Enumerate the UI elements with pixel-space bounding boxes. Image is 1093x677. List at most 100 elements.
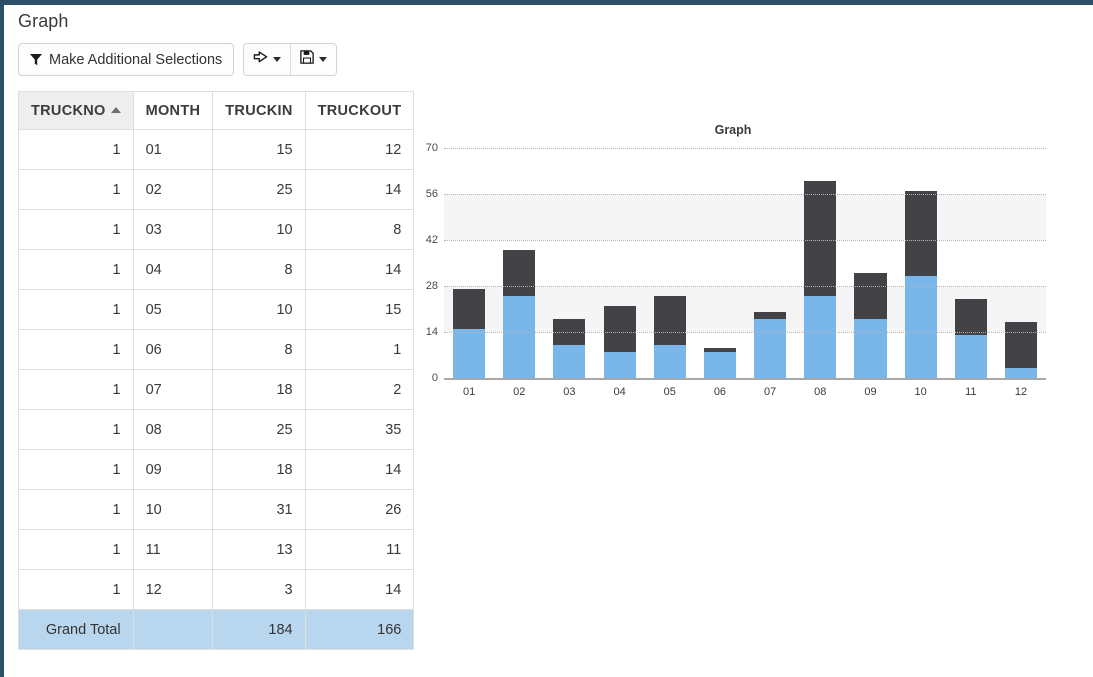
- cell-truckin: 18: [213, 450, 305, 490]
- floppy-save-icon: [300, 50, 314, 69]
- app-window: Graph Make Additional Selections: [0, 0, 1093, 677]
- chart-bar-segment-truckin[interactable]: [654, 345, 686, 378]
- chart-x-tick-label: 03: [563, 386, 575, 398]
- table-row[interactable]: 103108: [19, 210, 414, 250]
- cell-truckout: 15: [305, 290, 414, 330]
- cell-truckno: 1: [19, 370, 134, 410]
- table-row[interactable]: 1091814: [19, 450, 414, 490]
- table-row[interactable]: 112314: [19, 570, 414, 610]
- chart-bar-group[interactable]: 09: [845, 148, 895, 378]
- chart-bar-segment-truckin[interactable]: [604, 352, 636, 378]
- cell-truckout: 11: [305, 530, 414, 570]
- save-button[interactable]: [290, 44, 336, 75]
- chart-bar-segment-truckout[interactable]: [905, 191, 937, 276]
- table-row[interactable]: 1022514: [19, 170, 414, 210]
- table-row[interactable]: 107182: [19, 370, 414, 410]
- column-header-truckout[interactable]: TRUCKOUT: [305, 92, 414, 130]
- chart-bar-segment-truckin[interactable]: [704, 352, 736, 378]
- export-save-button-group: [243, 43, 337, 76]
- chart-bar-group[interactable]: 07: [745, 148, 795, 378]
- chart-gridline: [444, 286, 1046, 287]
- chart-bar-segment-truckout[interactable]: [955, 299, 987, 335]
- chart-bar-segment-truckin[interactable]: [854, 319, 886, 378]
- chart-bar-segment-truckin[interactable]: [553, 345, 585, 378]
- cell-truckno: 1: [19, 330, 134, 370]
- chart-bar-segment-truckout[interactable]: [854, 273, 886, 319]
- chart-bar-group[interactable]: 06: [695, 148, 745, 378]
- chart-bar-group[interactable]: 03: [544, 148, 594, 378]
- chart-bar-segment-truckout[interactable]: [604, 306, 636, 352]
- column-header-truckin[interactable]: TRUCKIN: [213, 92, 305, 130]
- chart-bar-group[interactable]: 02: [494, 148, 544, 378]
- chart-bar-segment-truckin[interactable]: [754, 319, 786, 378]
- chart-x-tick-label: 09: [864, 386, 876, 398]
- cell-truckout: 1: [305, 330, 414, 370]
- chart-y-tick-label: 56: [426, 188, 438, 200]
- chart-bar-segment-truckout[interactable]: [1005, 322, 1037, 368]
- cell-truckin: 25: [213, 410, 305, 450]
- chart-plot-area: 010203040506070809101112 01428425670: [444, 148, 1046, 380]
- table-row[interactable]: 1051015: [19, 290, 414, 330]
- cell-truckno: 1: [19, 250, 134, 290]
- chart-bar-group[interactable]: 08: [795, 148, 845, 378]
- chart-bar-group[interactable]: 04: [595, 148, 645, 378]
- chart-gridline: [444, 240, 1046, 241]
- page-title: Graph: [18, 11, 69, 32]
- table-row[interactable]: 10681: [19, 330, 414, 370]
- table-row[interactable]: 1011512: [19, 130, 414, 170]
- export-button[interactable]: [244, 44, 290, 75]
- chevron-down-icon: [319, 57, 327, 62]
- cell-truckout: 14: [305, 250, 414, 290]
- table-row[interactable]: 1111311: [19, 530, 414, 570]
- chart-bar-group[interactable]: 01: [444, 148, 494, 378]
- chart-bar-segment-truckout[interactable]: [654, 296, 686, 345]
- cell-month: 05: [133, 290, 213, 330]
- truck-data-table: TRUCKNO MONTH TRUCKIN TRUCKOUT 101151210…: [18, 91, 414, 650]
- table-row[interactable]: 1103126: [19, 490, 414, 530]
- chart-bar-segment-truckin[interactable]: [955, 335, 987, 378]
- chart-title: Graph: [418, 123, 1048, 137]
- chart-bar-group[interactable]: 05: [645, 148, 695, 378]
- cell-month: 12: [133, 570, 213, 610]
- cell-truckout: 12: [305, 130, 414, 170]
- column-header-truckno[interactable]: TRUCKNO: [19, 92, 134, 130]
- chart-gridline: [444, 148, 1046, 149]
- chart-bar-group[interactable]: 12: [996, 148, 1046, 378]
- chart-gridline: [444, 332, 1046, 333]
- chart-x-tick-label: 05: [664, 386, 676, 398]
- chart-x-tick-label: 08: [814, 386, 826, 398]
- chart-bar-group[interactable]: 11: [946, 148, 996, 378]
- chart-bar-segment-truckout[interactable]: [804, 181, 836, 296]
- cell-truckin: 25: [213, 170, 305, 210]
- table-row[interactable]: 1082535: [19, 410, 414, 450]
- chart-x-tick-label: 07: [764, 386, 776, 398]
- chart-x-tick-label: 11: [965, 386, 976, 398]
- chart-bar-group[interactable]: 10: [896, 148, 946, 378]
- chart-bar-segment-truckin[interactable]: [804, 296, 836, 378]
- chart-bar-segment-truckout[interactable]: [453, 289, 485, 328]
- chart-bar-segment-truckout[interactable]: [503, 250, 535, 296]
- table-row[interactable]: 104814: [19, 250, 414, 290]
- cell-truckin: 13: [213, 530, 305, 570]
- cell-truckin: 3: [213, 570, 305, 610]
- chart-bar-segment-truckin[interactable]: [1005, 368, 1037, 378]
- chart-y-tick-label: 14: [426, 326, 438, 338]
- chart-bar-segment-truckin[interactable]: [503, 296, 535, 378]
- column-header-truckno-label: TRUCKNO: [31, 103, 106, 119]
- chart-y-tick-label: 28: [426, 280, 438, 292]
- chart-x-tick-label: 10: [915, 386, 927, 398]
- cell-truckout: 26: [305, 490, 414, 530]
- cell-truckno: 1: [19, 290, 134, 330]
- column-header-month[interactable]: MONTH: [133, 92, 213, 130]
- chart-bar-segment-truckin[interactable]: [905, 276, 937, 378]
- chart-bar-segment-truckin[interactable]: [453, 329, 485, 378]
- cell-truckin: 18: [213, 370, 305, 410]
- chart-x-tick-label: 01: [463, 386, 475, 398]
- chart-y-tick-label: 70: [426, 142, 438, 154]
- make-additional-selections-button[interactable]: Make Additional Selections: [18, 43, 234, 76]
- grand-total-row: Grand Total184166: [19, 610, 414, 650]
- chart-bars: 010203040506070809101112: [444, 148, 1046, 378]
- cell-truckout: 14: [305, 570, 414, 610]
- cell-truckin: 10: [213, 210, 305, 250]
- chart-y-tick-label: 42: [426, 234, 438, 246]
